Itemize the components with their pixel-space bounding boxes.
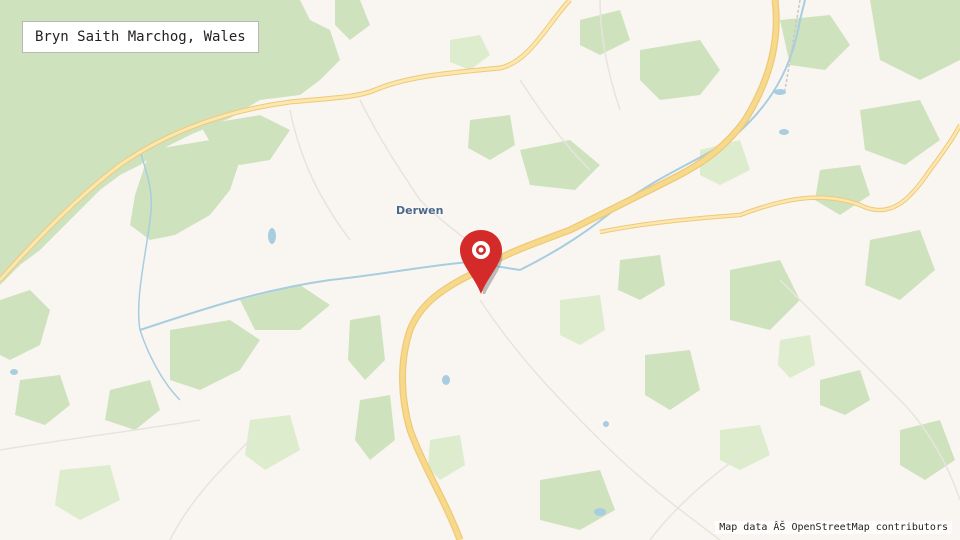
place-label-derwen: Derwen: [396, 204, 444, 217]
marker-pin: [460, 230, 502, 294]
map-attribution[interactable]: Map data ÂŠ OpenStreetMap contributors: [715, 521, 952, 534]
map-pin-icon: [460, 230, 503, 294]
map-title-text: Bryn Saith Marchog, Wales: [35, 29, 246, 45]
location-marker[interactable]: [456, 228, 506, 296]
marker-center-dot: [478, 247, 484, 253]
map-title: Bryn Saith Marchog, Wales: [22, 21, 259, 53]
